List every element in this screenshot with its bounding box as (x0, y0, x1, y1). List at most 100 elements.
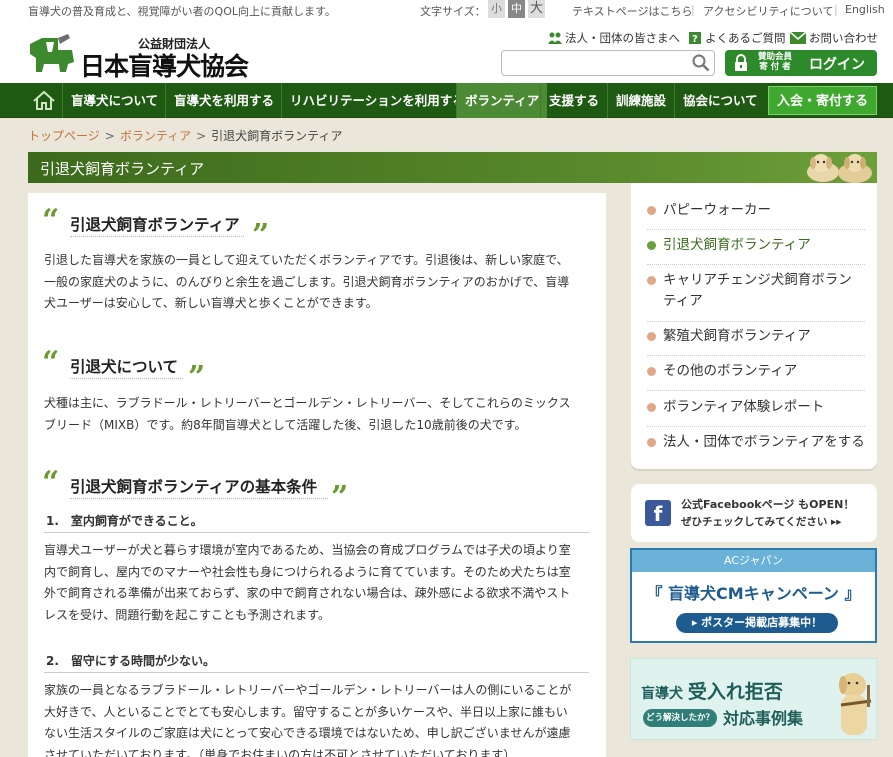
section-heading-about-retired-dogs: 引退犬について (70, 358, 179, 376)
site-header: 公益財団法人 日本盲導犬協会 法人・団体の皆さまへ ? よくあるご質問 お問い合わ… (0, 20, 893, 83)
section-heading-retired-volunteer: 引退犬飼育ボランティア (70, 216, 240, 234)
side-divider (647, 321, 865, 322)
facebook-banner[interactable]: f 公式Facebookページ もOPEN！ ぜひチェックしてみてください ▸▸ (631, 484, 877, 542)
login-label: ログイン (809, 57, 865, 73)
nav-use-guide-dog[interactable]: 盲導犬を利用する (165, 83, 282, 118)
bullet-icon (647, 276, 656, 285)
people-icon (548, 32, 562, 44)
font-size-medium-button[interactable]: 中 (508, 0, 525, 18)
guide-dog-image (839, 673, 872, 735)
breadcrumb-volunteer[interactable]: ボランティア (120, 129, 191, 143)
login-button[interactable]: 賛助会員寄 付 者 ログイン (725, 50, 877, 76)
side-item-breeding-volunteer[interactable]: 繁殖犬飼育ボランティア (647, 326, 865, 347)
text-page-link[interactable]: テキストページはこちら (572, 3, 692, 19)
home-icon[interactable] (28, 83, 60, 118)
breadcrumb: トップページ > ボランティア > 引退犬飼育ボランティア (28, 127, 342, 144)
side-item-career-change-volunteer[interactable]: キャリアチェンジ犬飼育ボランティア (647, 270, 865, 312)
logo-title: 日本盲導犬協会 (80, 52, 249, 81)
refusal-banner-subtitle: 対応事例集 (723, 709, 804, 728)
refusal-banner-title: 盲導犬 受入れ拒否 (641, 681, 783, 703)
site-tagline: 盲導犬の普及育成と、視覚障がい者のQOL向上に貢献します。 (28, 5, 336, 18)
breadcrumb-home[interactable]: トップページ (28, 129, 100, 143)
ac-japan-label: ACジャパン (632, 550, 875, 572)
question-icon: ? (689, 32, 701, 44)
side-item-other-volunteer[interactable]: その他のボランティア (647, 361, 865, 382)
svg-text:?: ? (692, 34, 698, 44)
faq-link-label: よくあるご質問 (705, 31, 786, 45)
nav-rehabilitation[interactable]: リハビリテーションを利用する (281, 83, 473, 118)
heading-underline (70, 236, 244, 237)
side-item-puppy-walker[interactable]: パピーウォーカー (647, 200, 865, 221)
close-quote-icon: ” (188, 360, 206, 395)
open-quote-icon: “ (42, 345, 60, 380)
condition-heading-indoor: 1. 室内飼育ができること。 (46, 514, 203, 528)
font-size-small-button[interactable]: 小 (488, 0, 505, 18)
divider: | (834, 3, 838, 16)
condition-divider (44, 672, 589, 673)
poster-store-button[interactable]: ▸ ポスター掲載店募集中！ (676, 613, 838, 633)
contact-link[interactable]: お問い合わせ (790, 30, 878, 46)
corporate-link-label: 法人・団体の皆さまへ (565, 31, 680, 45)
refusal-banner-bubble: どう解決したか？ (643, 709, 717, 727)
side-menu: パピーウォーカー 引退犬飼育ボランティア キャリアチェンジ犬飼育ボランティア 繁… (631, 183, 877, 469)
ac-campaign-title: 『 盲導犬CMキャンペーン 』 (646, 584, 861, 603)
guide-dog-logo-icon (30, 34, 74, 72)
contact-link-label: お問い合わせ (809, 31, 878, 45)
facebook-banner-line1: 公式Facebookページ もOPEN！ (681, 498, 855, 511)
faq-link[interactable]: ? よくあるご質問 (688, 30, 786, 46)
side-item-volunteer-report[interactable]: ボランティア体験レポート (647, 397, 865, 418)
breadcrumb-separator: > (104, 129, 115, 143)
open-quote-icon: “ (42, 203, 60, 238)
font-size-label: 文字サイズ： (420, 5, 486, 18)
lock-icon (735, 54, 747, 71)
bullet-icon (647, 438, 656, 447)
ac-campaign-banner[interactable]: ACジャパン 『 盲導犬CMキャンペーン 』 ▸ ポスター掲載店募集中！ (630, 548, 877, 643)
search-input[interactable] (502, 51, 682, 75)
bullet-icon (647, 367, 656, 376)
side-divider (647, 264, 865, 265)
search-box (501, 50, 715, 76)
section-paragraph: 引退した盲導犬を家族の一員として迎えていただくボランティアです。引退後は、新しい… (44, 253, 570, 310)
condition-divider (44, 532, 589, 533)
join-donate-button[interactable]: 入会・寄付する (768, 86, 877, 115)
login-member-label: 賛助会員寄 付 者 (757, 52, 792, 72)
top-bar: 盲導犬の普及育成と、視覚障がい者のQOL向上に貢献します。 文字サイズ： 小 中… (0, 0, 893, 20)
main-content: “ 引退犬飼育ボランティア ” 引退した盲導犬を家族の一員として迎えていただくボ… (28, 193, 606, 757)
condition-paragraph: 家族の一員となるラブラドール・レトリーバーやゴールデン・レトリーバーは人の側にい… (44, 683, 572, 757)
heading-underline (70, 378, 183, 379)
divider: | (691, 3, 695, 16)
condition-heading-away-time: 2. 留守にする時間が少ない。 (46, 654, 216, 668)
breadcrumb-separator: > (196, 129, 207, 143)
facebook-banner-line2: ぜひチェックしてみてください ▸▸ (681, 516, 842, 528)
bullet-icon (647, 206, 656, 215)
nav-volunteer[interactable]: ボランティア (456, 83, 548, 118)
main-nav: 盲導犬について 盲導犬を利用する リハビリテーションを利用する ボランティア 支… (0, 83, 893, 118)
nav-about-association[interactable]: 協会について (674, 83, 766, 118)
side-item-retired-dog-volunteer[interactable]: 引退犬飼育ボランティア (647, 235, 865, 256)
page-title: 引退犬飼育ボランティア (40, 160, 205, 178)
accessibility-link[interactable]: アクセシビリティについて (703, 3, 833, 19)
open-quote-icon: “ (42, 465, 60, 500)
font-size-large-button[interactable]: 大 (528, 0, 545, 18)
page-title-bar: 引退犬飼育ボランティア (28, 152, 877, 183)
facebook-icon: f (645, 500, 671, 526)
side-divider (647, 229, 865, 230)
section-paragraph: 犬種は主に、ラブラドール・レトリーバーとゴールデン・レトリーバー、そしてこれらの… (44, 396, 571, 432)
close-quote-icon: ” (252, 218, 270, 253)
bullet-icon (647, 241, 656, 250)
puppies-image (807, 154, 872, 183)
close-quote-icon: ” (331, 480, 349, 515)
breadcrumb-current: 引退犬飼育ボランティア (211, 129, 343, 143)
nav-about-guide-dogs[interactable]: 盲導犬について (62, 83, 166, 118)
nav-support[interactable]: 支援する (540, 83, 607, 118)
corporate-link[interactable]: 法人・団体の皆さまへ (548, 30, 680, 46)
heading-underline (70, 498, 328, 499)
side-item-corporate-volunteer[interactable]: 法人・団体でボランティアをする (647, 432, 865, 453)
english-link[interactable]: English (845, 3, 885, 16)
nav-training-facilities[interactable]: 訓練施設 (607, 83, 674, 118)
side-divider (647, 390, 865, 391)
side-divider (647, 426, 865, 427)
search-icon[interactable] (692, 54, 710, 72)
mail-icon (790, 32, 806, 44)
refusal-cases-banner[interactable]: 盲導犬 受入れ拒否 どう解決したか？ 対応事例集 (630, 658, 877, 740)
